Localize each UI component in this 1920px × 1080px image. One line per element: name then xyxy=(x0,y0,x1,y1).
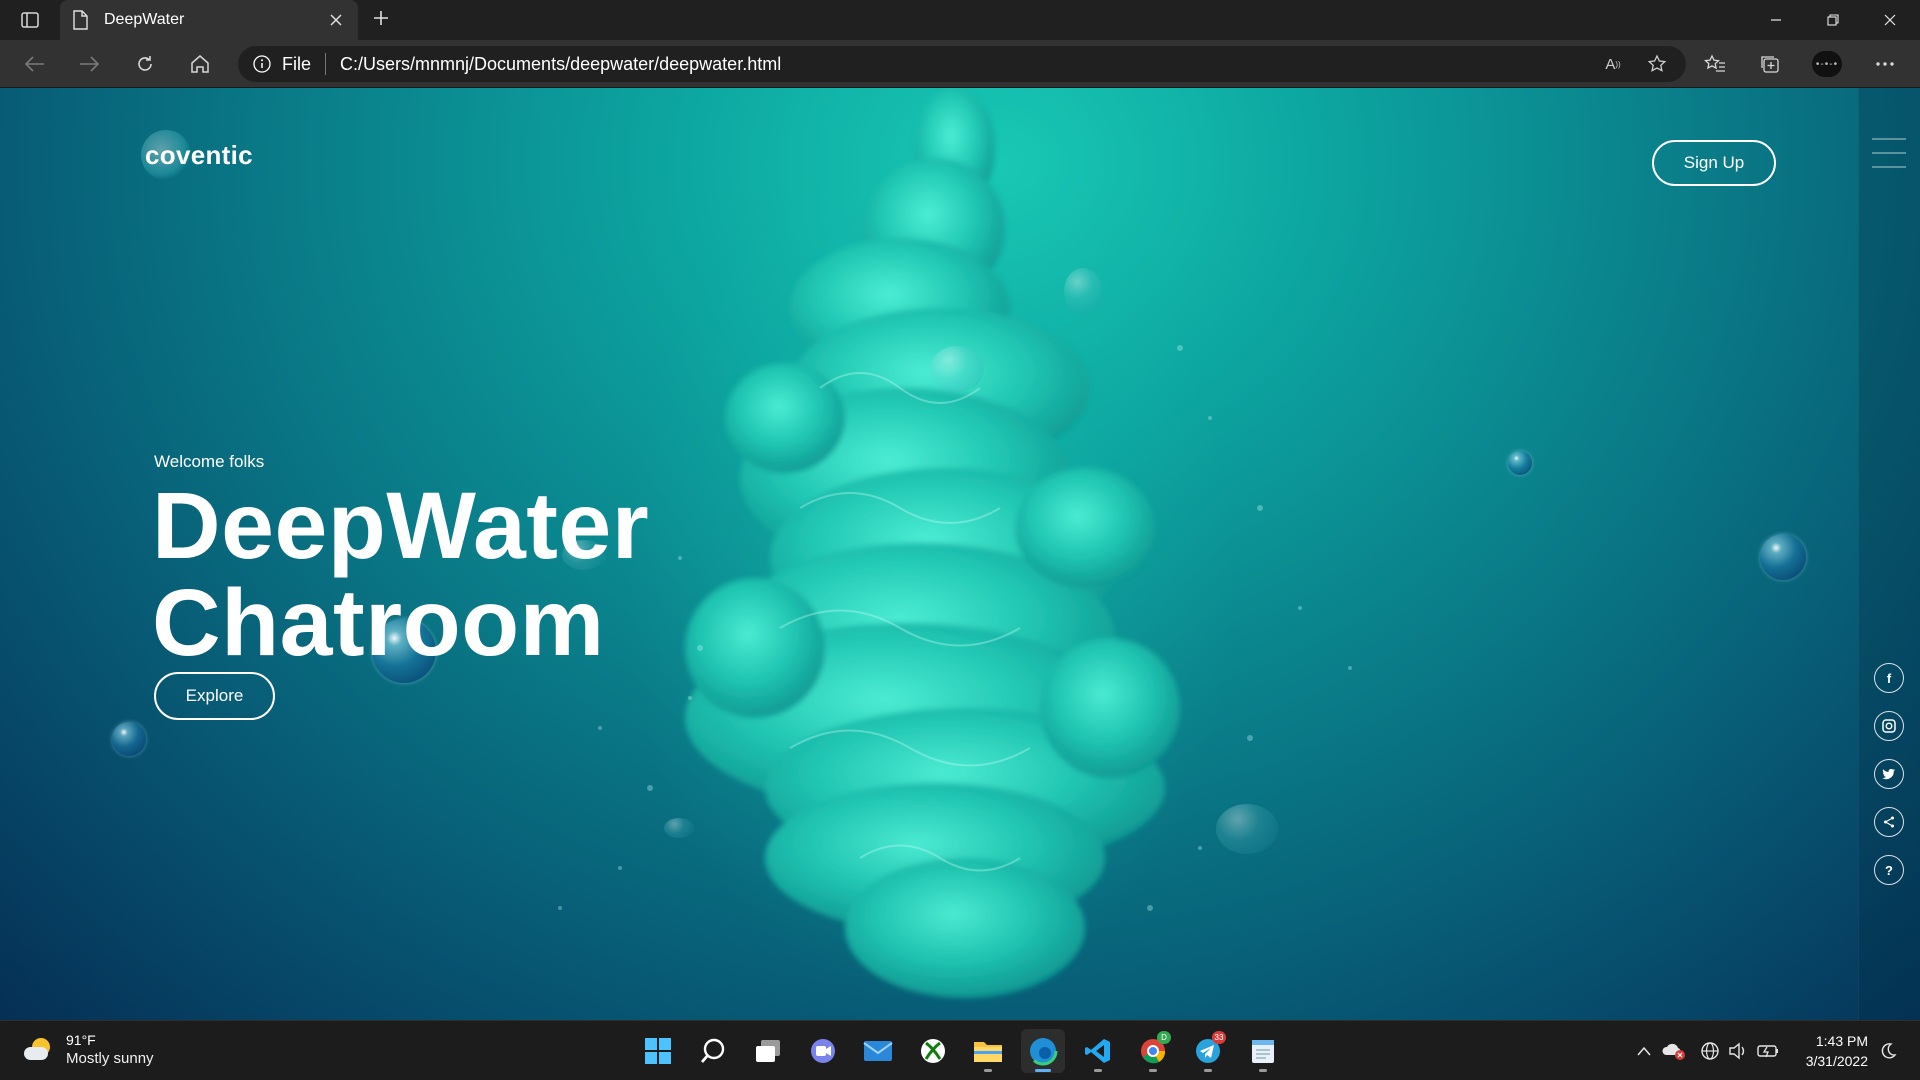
restore-icon xyxy=(1827,14,1839,26)
focus-assist-moon-icon[interactable] xyxy=(1876,1039,1900,1063)
bubble xyxy=(930,346,984,392)
add-favorite-icon[interactable] xyxy=(1642,49,1672,79)
info-icon[interactable] xyxy=(252,54,272,74)
task-view-icon[interactable] xyxy=(746,1029,790,1073)
protocol-label: File xyxy=(282,53,312,74)
bubble xyxy=(1064,268,1102,314)
explore-button[interactable]: Explore xyxy=(154,672,275,720)
sign-up-button[interactable]: Sign Up xyxy=(1652,140,1776,186)
minimize-button[interactable] xyxy=(1748,0,1804,40)
notification-badge: 33 xyxy=(1212,1031,1226,1044)
running-indicator xyxy=(1094,1069,1102,1072)
teams-chat-icon[interactable] xyxy=(801,1029,845,1073)
chrome-icon[interactable]: D xyxy=(1131,1029,1175,1073)
volume-icon[interactable] xyxy=(1726,1039,1750,1063)
profile-badge: D xyxy=(1157,1031,1171,1044)
forward-icon xyxy=(80,56,99,72)
help-icon[interactable]: ? xyxy=(1874,855,1904,885)
onedrive-error-icon[interactable] xyxy=(1662,1039,1686,1063)
url-text[interactable]: C:/Users/mnmnj/Documents/deepwater/deepw… xyxy=(340,54,1598,75)
xbox-icon[interactable] xyxy=(911,1029,955,1073)
collections-button[interactable] xyxy=(1753,48,1787,80)
site-logo[interactable]: coventic xyxy=(141,130,253,180)
taskbar: 91°F Mostly sunny D 33 1:43 PM 3/31/2022 xyxy=(0,1020,1920,1080)
back-button[interactable] xyxy=(18,48,52,80)
bubble xyxy=(664,818,694,838)
edge-icon[interactable] xyxy=(1021,1029,1065,1073)
page-title: DeepWater Chatroom xyxy=(152,478,649,672)
share-icon[interactable] xyxy=(1874,807,1904,837)
minimize-icon xyxy=(1771,19,1781,21)
navigation-bar: File C:/Users/mnmnj/Documents/deepwater/… xyxy=(0,40,1920,88)
logo-text: coventic xyxy=(145,140,253,170)
address-divider xyxy=(325,53,327,75)
tab-title: DeepWater xyxy=(104,11,185,28)
bubble xyxy=(112,722,146,756)
close-window-icon xyxy=(1884,14,1896,26)
favorites-button[interactable] xyxy=(1698,48,1732,80)
bubble xyxy=(1508,451,1532,475)
system-clock[interactable]: 1:43 PM 3/31/2022 xyxy=(1792,1031,1868,1071)
new-tab-button[interactable] xyxy=(368,7,394,33)
running-indicator xyxy=(1149,1069,1157,1072)
profile-icon[interactable]: •-•-• xyxy=(1812,51,1842,77)
instagram-icon[interactable] xyxy=(1874,711,1904,741)
weather-temp: 91°F xyxy=(66,1032,96,1048)
collections-icon xyxy=(1761,56,1779,73)
facebook-icon[interactable]: f xyxy=(1874,663,1904,693)
running-indicator xyxy=(984,1069,992,1072)
bubble xyxy=(1216,804,1278,854)
weather-condition: Mostly sunny xyxy=(66,1050,154,1067)
browser-tab[interactable]: DeepWater xyxy=(60,0,358,40)
close-window-button[interactable] xyxy=(1862,0,1918,40)
clock-date: 3/31/2022 xyxy=(1805,1053,1868,1069)
refresh-icon xyxy=(138,56,152,71)
restore-button[interactable] xyxy=(1805,0,1861,40)
battery-icon[interactable] xyxy=(1756,1039,1780,1063)
hamburger-menu-icon[interactable] xyxy=(1872,138,1906,168)
notepad-icon[interactable] xyxy=(1241,1029,1285,1073)
favorites-icon xyxy=(1704,54,1725,72)
document-icon xyxy=(72,10,90,30)
chevron-up-icon[interactable] xyxy=(1632,1039,1656,1063)
telegram-icon[interactable]: 33 xyxy=(1186,1029,1230,1073)
twitter-icon[interactable] xyxy=(1874,759,1904,789)
home-button[interactable] xyxy=(183,48,217,80)
more-icon xyxy=(1876,62,1894,66)
headline-line-1: DeepWater xyxy=(152,473,650,579)
more-button[interactable] xyxy=(1868,48,1902,80)
language-globe-icon[interactable] xyxy=(1698,1039,1722,1063)
clock-time: 1:43 PM xyxy=(1815,1033,1868,1049)
file-explorer-icon[interactable] xyxy=(966,1029,1010,1073)
home-icon xyxy=(191,55,209,73)
tab-actions-icon[interactable] xyxy=(16,8,44,32)
tab-bar: DeepWater xyxy=(0,0,1920,40)
active-indicator xyxy=(1035,1069,1051,1072)
headline-line-2: Chatroom xyxy=(152,570,605,676)
read-aloud-icon[interactable]: A)) xyxy=(1598,49,1628,79)
weather-widget[interactable]: 91°F Mostly sunny xyxy=(24,1031,154,1069)
welcome-text: Welcome folks xyxy=(154,452,265,471)
search-icon[interactable] xyxy=(691,1029,735,1073)
bubble xyxy=(1760,534,1806,580)
plus-icon xyxy=(373,10,389,31)
mail-icon[interactable] xyxy=(856,1029,900,1073)
close-icon[interactable] xyxy=(326,10,346,30)
page-viewport: coventic Sign Up Welcome folks DeepWater… xyxy=(0,88,1920,1020)
back-icon xyxy=(25,56,44,72)
address-bar[interactable]: File C:/Users/mnmnj/Documents/deepwater/… xyxy=(238,46,1686,82)
windows-start-icon[interactable] xyxy=(636,1029,680,1073)
vs-code-icon[interactable] xyxy=(1076,1029,1120,1073)
forward-button[interactable] xyxy=(72,48,106,80)
refresh-button[interactable] xyxy=(128,48,162,80)
running-indicator xyxy=(1259,1069,1267,1072)
partly-sunny-icon xyxy=(24,1037,54,1063)
running-indicator xyxy=(1204,1069,1212,1072)
